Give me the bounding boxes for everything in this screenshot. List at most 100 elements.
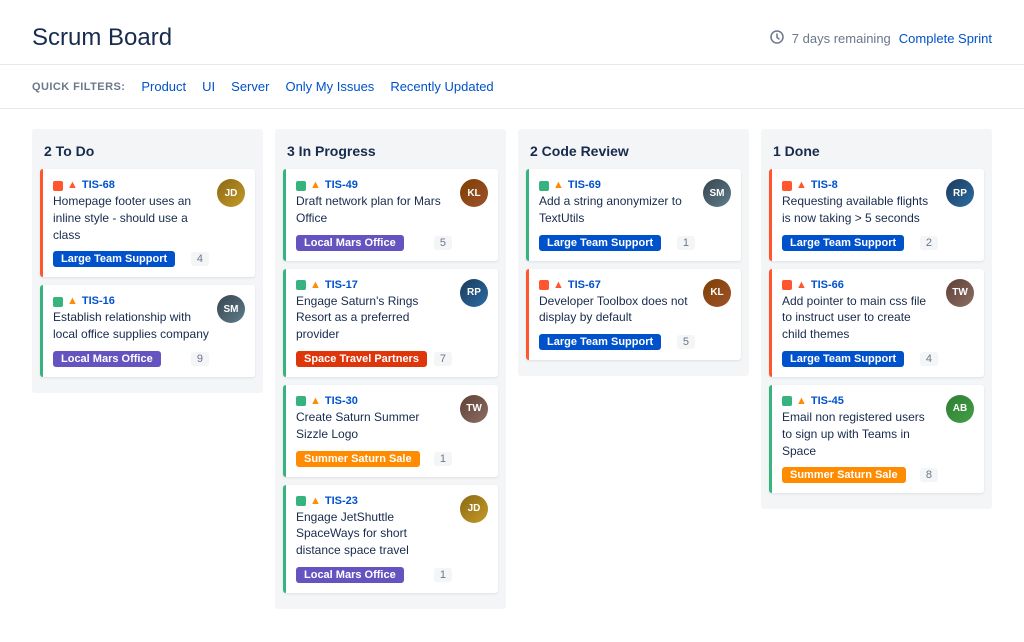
priority-icon: ▲ [67, 179, 78, 191]
priority-icon: ▲ [67, 295, 78, 307]
card-title: Add a string anonymizer to TextUtils [539, 193, 695, 227]
issue-type-icon [782, 280, 792, 290]
card-label: Large Team Support [782, 351, 904, 367]
card-title: Establish relationship with local office… [53, 309, 209, 343]
table-row[interactable]: ▲ TIS-66 Add pointer to main css file to… [769, 269, 984, 377]
clock-icon [770, 30, 784, 47]
priority-icon: ▲ [796, 279, 807, 291]
priority-icon: ▲ [310, 395, 321, 407]
issue-type-icon [296, 181, 306, 191]
card-label: Large Team Support [539, 334, 661, 350]
table-row[interactable]: ▲ TIS-23 Engage JetShuttle SpaceWays for… [283, 485, 498, 593]
complete-sprint-button[interactable]: Complete Sprint [899, 31, 992, 46]
issue-type-icon [782, 396, 792, 406]
priority-icon: ▲ [310, 495, 321, 507]
sprint-info: 7 days remaining Complete Sprint [770, 30, 992, 47]
table-row[interactable]: ▲ TIS-67 Developer Toolbox does not disp… [526, 269, 741, 361]
card-id: TIS-45 [811, 395, 844, 407]
card-count: 5 [434, 236, 452, 250]
table-row[interactable]: ▲ TIS-69 Add a string anonymizer to Text… [526, 169, 741, 261]
priority-icon: ▲ [553, 179, 564, 191]
filter-server[interactable]: Server [231, 79, 269, 94]
card-title: Engage JetShuttle SpaceWays for short di… [296, 509, 452, 559]
card-title: Homepage footer uses an inline style - s… [53, 193, 209, 243]
priority-icon: ▲ [310, 279, 321, 291]
card-count: 8 [920, 468, 938, 482]
card-id: TIS-8 [811, 179, 838, 191]
card-count: 4 [920, 352, 938, 366]
card-title: Requesting available flights is now taki… [782, 193, 938, 227]
table-row[interactable]: ▲ TIS-16 Establish relationship with loc… [40, 285, 255, 377]
avatar: RP [946, 179, 974, 207]
column-done-header: 1 Done [769, 137, 984, 169]
avatar: TW [460, 395, 488, 423]
card-id: TIS-23 [325, 495, 358, 507]
page-title: Scrum Board [32, 24, 172, 52]
issue-type-icon [782, 181, 792, 191]
priority-icon: ▲ [553, 279, 564, 291]
card-count: 5 [677, 335, 695, 349]
card-title: Add pointer to main css file to instruct… [782, 293, 938, 343]
table-row[interactable]: ▲ TIS-30 Create Saturn Summer Sizzle Log… [283, 385, 498, 477]
avatar: SM [703, 179, 731, 207]
priority-icon: ▲ [796, 395, 807, 407]
column-codereview-header: 2 Code Review [526, 137, 741, 169]
filter-product[interactable]: Product [141, 79, 186, 94]
column-todo-header: 2 To Do [40, 137, 255, 169]
table-row[interactable]: ▲ TIS-68 Homepage footer uses an inline … [40, 169, 255, 277]
header: Scrum Board 7 days remaining Complete Sp… [0, 0, 1024, 65]
card-title: Email non registered users to sign up wi… [782, 409, 938, 459]
column-todo: 2 To Do ▲ TIS-68 Homepage footer uses an… [32, 129, 263, 393]
column-inprogress-header: 3 In Progress [283, 137, 498, 169]
filter-recently-updated[interactable]: Recently Updated [390, 79, 493, 94]
filter-ui[interactable]: UI [202, 79, 215, 94]
avatar: JD [217, 179, 245, 207]
card-id: TIS-17 [325, 279, 358, 291]
card-label: Large Team Support [782, 235, 904, 251]
column-codereview: 2 Code Review ▲ TIS-69 Add a string anon… [518, 129, 749, 376]
issue-type-icon [53, 297, 63, 307]
sprint-days: 7 days remaining [792, 31, 891, 46]
quick-filters-bar: QUICK FILTERS: Product UI Server Only My… [0, 65, 1024, 109]
card-id: TIS-69 [568, 179, 601, 191]
card-id: TIS-67 [568, 279, 601, 291]
card-count: 1 [677, 236, 695, 250]
avatar: JD [460, 495, 488, 523]
card-label: Local Mars Office [296, 567, 404, 583]
card-id: TIS-16 [82, 295, 115, 307]
card-id: TIS-66 [811, 279, 844, 291]
avatar: KL [703, 279, 731, 307]
filter-only-my-issues[interactable]: Only My Issues [285, 79, 374, 94]
column-inprogress: 3 In Progress ▲ TIS-49 Draft network pla… [275, 129, 506, 609]
card-label: Summer Saturn Sale [296, 451, 420, 467]
card-title: Developer Toolbox does not display by de… [539, 293, 695, 327]
avatar: TW [946, 279, 974, 307]
card-label: Large Team Support [53, 251, 175, 267]
issue-type-icon [539, 280, 549, 290]
table-row[interactable]: ▲ TIS-45 Email non registered users to s… [769, 385, 984, 493]
priority-icon: ▲ [796, 179, 807, 191]
card-label: Local Mars Office [53, 351, 161, 367]
table-row[interactable]: ▲ TIS-17 Engage Saturn's Rings Resort as… [283, 269, 498, 377]
card-count: 9 [191, 352, 209, 366]
table-row[interactable]: ▲ TIS-49 Draft network plan for Mars Off… [283, 169, 498, 261]
issue-type-icon [296, 396, 306, 406]
issue-type-icon [296, 280, 306, 290]
card-label: Local Mars Office [296, 235, 404, 251]
table-row[interactable]: ▲ TIS-8 Requesting available flights is … [769, 169, 984, 261]
priority-icon: ▲ [310, 179, 321, 191]
quick-filters-label: QUICK FILTERS: [32, 81, 125, 93]
card-count: 7 [434, 352, 452, 366]
card-title: Engage Saturn's Rings Resort as a prefer… [296, 293, 452, 343]
avatar: RP [460, 279, 488, 307]
card-id: TIS-68 [82, 179, 115, 191]
issue-type-icon [539, 181, 549, 191]
issue-type-icon [296, 496, 306, 506]
card-title: Create Saturn Summer Sizzle Logo [296, 409, 452, 443]
card-id: TIS-30 [325, 395, 358, 407]
scrum-board: 2 To Do ▲ TIS-68 Homepage footer uses an… [0, 109, 1024, 629]
column-done: 1 Done ▲ TIS-8 Requesting available flig… [761, 129, 992, 509]
card-count: 1 [434, 568, 452, 582]
card-label: Large Team Support [539, 235, 661, 251]
card-count: 2 [920, 236, 938, 250]
